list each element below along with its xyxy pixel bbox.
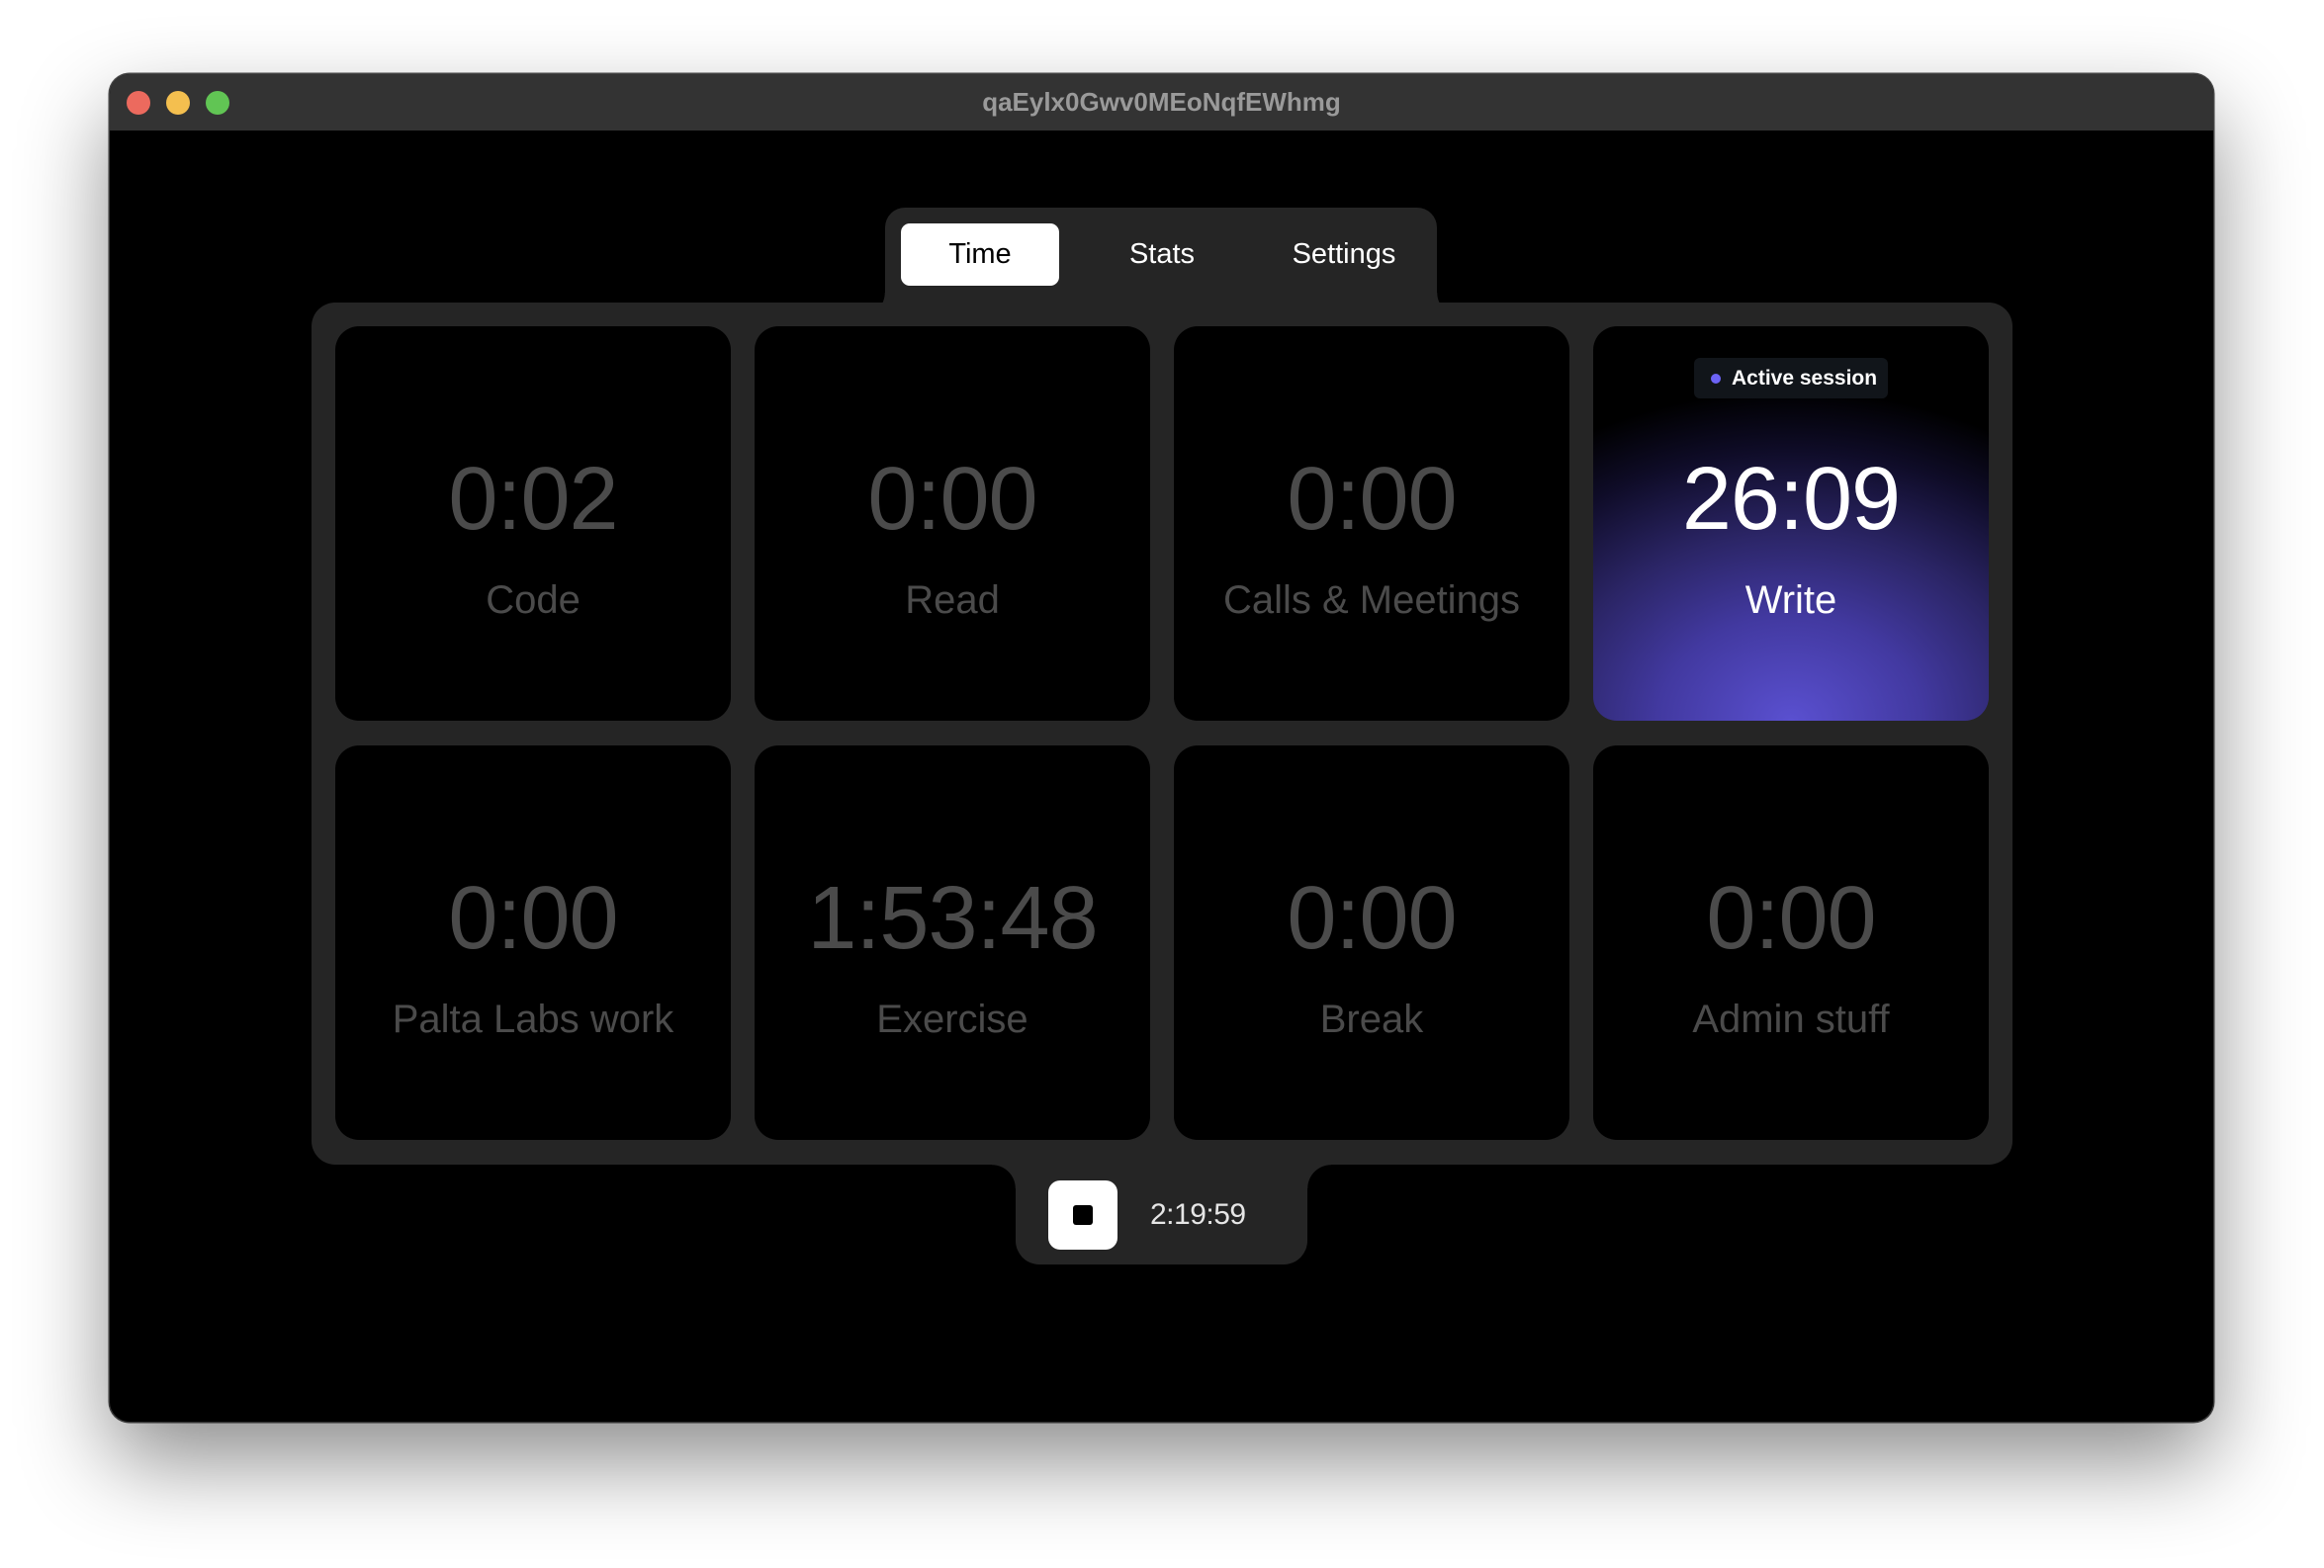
category-label: Calls & Meetings bbox=[1222, 578, 1521, 622]
category-card-code[interactable]: 0:02 Code bbox=[335, 326, 731, 721]
category-label: Admin stuff bbox=[1692, 998, 1890, 1041]
category-time: 1:53:48 bbox=[807, 869, 1098, 968]
stop-icon bbox=[1073, 1205, 1093, 1225]
tab-settings[interactable]: Settings bbox=[1265, 223, 1423, 286]
category-card-palta-labs-work[interactable]: 0:00 Palta Labs work bbox=[335, 745, 731, 1140]
status-dot-icon bbox=[1711, 374, 1721, 384]
category-label: Break bbox=[1319, 998, 1424, 1041]
title-bar: qaEylx0Gwv0MEoNqfEWhmg bbox=[110, 74, 2213, 131]
category-grid: 0:02 Code 0:00 Read 0:00 Calls & Meeting… bbox=[312, 303, 2012, 1165]
category-card-exercise[interactable]: 1:53:48 Exercise bbox=[755, 745, 1150, 1140]
tab-bar: Time Stats Settings bbox=[861, 208, 1461, 316]
category-time: 0:00 bbox=[867, 450, 1037, 549]
category-label: Palta Labs work bbox=[392, 998, 674, 1041]
category-card-calls-meetings[interactable]: 0:00 Calls & Meetings bbox=[1174, 326, 1569, 721]
app-window: qaEylx0Gwv0MEoNqfEWhmg Time Stats Settin… bbox=[110, 74, 2213, 1422]
tab-time[interactable]: Time bbox=[901, 223, 1059, 286]
stop-button[interactable] bbox=[1048, 1180, 1117, 1250]
category-time: 0:00 bbox=[1287, 450, 1457, 549]
category-label: Read bbox=[905, 578, 1000, 622]
category-time: 0:02 bbox=[448, 450, 618, 549]
window-title: qaEylx0Gwv0MEoNqfEWhmg bbox=[982, 87, 1341, 117]
session-controls: 2:19:59 bbox=[992, 1157, 1331, 1264]
category-time: 0:00 bbox=[448, 869, 618, 968]
category-label: Code bbox=[486, 578, 581, 622]
category-card-admin-stuff[interactable]: 0:00 Admin stuff bbox=[1593, 745, 1989, 1140]
tab-stats[interactable]: Stats bbox=[1083, 223, 1241, 286]
category-time: 26:09 bbox=[1681, 450, 1901, 549]
total-time: 2:19:59 bbox=[1150, 1198, 1246, 1231]
category-time: 0:00 bbox=[1287, 869, 1457, 968]
category-card-break[interactable]: 0:00 Break bbox=[1174, 745, 1569, 1140]
category-card-write[interactable]: Active session 26:09 Write bbox=[1593, 326, 1989, 721]
active-session-label: Active session bbox=[1732, 367, 1878, 390]
category-time: 0:00 bbox=[1706, 869, 1876, 968]
active-session-badge: Active session bbox=[1694, 358, 1888, 398]
category-label: Exercise bbox=[876, 998, 1028, 1041]
category-card-read[interactable]: 0:00 Read bbox=[755, 326, 1150, 721]
category-label: Write bbox=[1744, 578, 1837, 622]
